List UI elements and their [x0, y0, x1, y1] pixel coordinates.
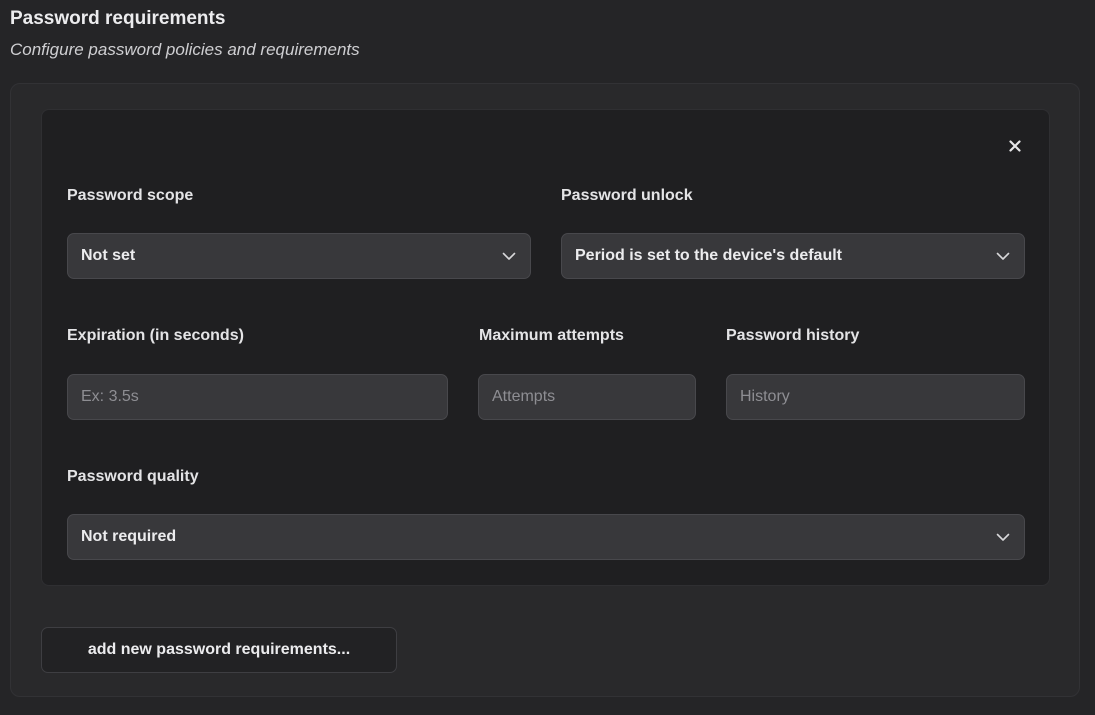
password-requirements-page: Password requirements Configure password…: [0, 0, 1095, 715]
expiration-input[interactable]: [81, 388, 434, 406]
expiration-label: Expiration (in seconds): [67, 327, 244, 344]
chevron-down-icon: [995, 529, 1011, 545]
add-password-requirements-button[interactable]: add new password requirements...: [41, 627, 397, 673]
password-scope-label: Password scope: [67, 187, 194, 204]
section-subtitle: Configure password policies and requirem…: [10, 40, 360, 59]
expiration-field[interactable]: [67, 374, 448, 420]
max-attempts-label: Maximum attempts: [479, 327, 624, 344]
chevron-down-icon: [995, 248, 1011, 264]
password-scope-select[interactable]: Not set: [67, 233, 531, 279]
password-quality-value: Not required: [81, 528, 177, 545]
password-quality-label: Password quality: [67, 468, 199, 485]
password-history-input[interactable]: [740, 388, 1011, 406]
password-unlock-label: Password unlock: [561, 187, 693, 204]
max-attempts-input[interactable]: [492, 388, 682, 406]
section-title: Password requirements: [10, 8, 226, 29]
max-attempts-field[interactable]: [478, 374, 696, 420]
password-quality-select[interactable]: Not required: [67, 514, 1025, 560]
password-history-field[interactable]: [726, 374, 1025, 420]
password-unlock-select[interactable]: Period is set to the device's default: [561, 233, 1025, 279]
close-card-button[interactable]: [1003, 134, 1027, 158]
password-history-label: Password history: [726, 327, 860, 344]
password-unlock-value: Period is set to the device's default: [575, 247, 842, 264]
chevron-down-icon: [501, 248, 517, 264]
close-icon: [1009, 140, 1021, 152]
password-scope-value: Not set: [81, 247, 136, 264]
